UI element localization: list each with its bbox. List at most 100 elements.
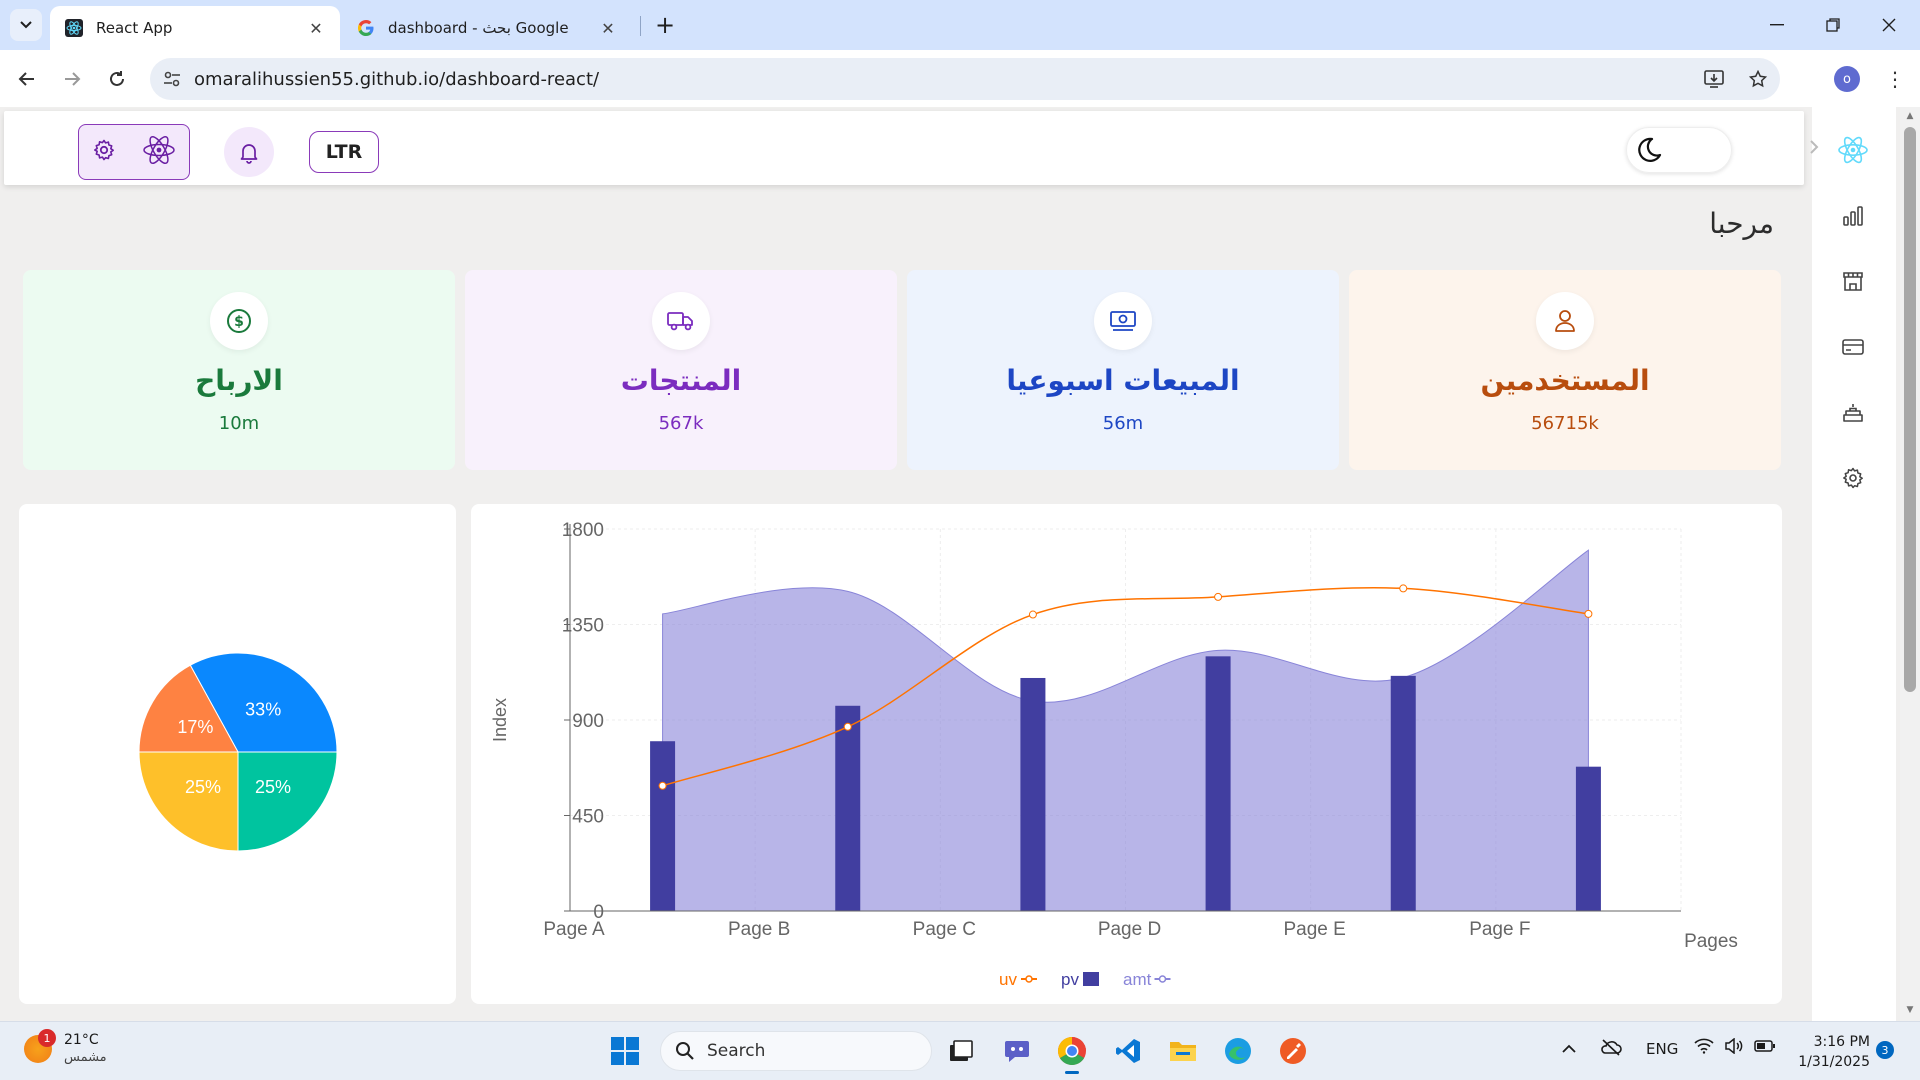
close-tab-icon[interactable]: ✕ — [598, 19, 618, 38]
truck-icon — [652, 292, 710, 350]
vscode-icon — [1116, 1039, 1140, 1063]
search-label: Search — [707, 1041, 766, 1061]
arrow-left-icon — [18, 72, 34, 86]
direction-toggle-button[interactable]: LTR — [309, 131, 379, 173]
close-icon — [1882, 18, 1896, 32]
back-button[interactable] — [10, 62, 44, 96]
pie-slice-label: 33% — [245, 699, 281, 719]
running-indicator — [1065, 1071, 1079, 1074]
card-title: المنتجات — [620, 364, 742, 397]
cloud-off-icon — [1601, 1039, 1622, 1056]
taskbar-search[interactable]: Search — [660, 1031, 932, 1071]
scroll-thumb[interactable] — [1904, 127, 1916, 692]
profile-avatar[interactable]: o — [1834, 66, 1860, 92]
scroll-down-arrow[interactable]: ▼ — [1904, 1005, 1916, 1017]
minimize-button[interactable] — [1750, 0, 1804, 50]
wifi-icon[interactable] — [1694, 1038, 1714, 1058]
address-bar[interactable]: omaralihussien55.github.io/dashboard-rea… — [150, 58, 1780, 100]
restore-button[interactable] — [1806, 0, 1860, 50]
composed-chart-panel: 0 450 900 1350 1800 Page A Page B Page C Page DP… — [471, 504, 1782, 1004]
bar-chart-icon — [1843, 206, 1863, 226]
pie-slice — [138, 751, 239, 852]
tab-google-search[interactable]: dashboard - بحث Google ✕ — [342, 6, 632, 50]
edge-icon — [1225, 1038, 1251, 1064]
sidebar-item-settings[interactable] — [1834, 459, 1872, 497]
arrow-right-icon — [65, 72, 81, 86]
sidebar-item-layers[interactable] — [1834, 394, 1872, 432]
site-settings-icon[interactable] — [150, 71, 194, 87]
legend-marker — [1158, 975, 1167, 983]
theme-toggle[interactable] — [1626, 127, 1732, 173]
sidebar-item-payments[interactable] — [1834, 328, 1872, 366]
card-products: المنتجات 567k — [465, 270, 897, 470]
y-tick-label: 450 — [572, 807, 604, 828]
install-app-icon[interactable] — [1692, 70, 1736, 88]
sidebar-toggle-button[interactable] — [1800, 133, 1828, 161]
react-logo-icon — [143, 135, 175, 165]
windows-logo-icon — [611, 1037, 639, 1065]
pie-chart: 33% 17% 25% 25% — [138, 652, 338, 852]
teams-app[interactable] — [998, 1032, 1036, 1070]
file-explorer-app[interactable] — [1164, 1032, 1202, 1070]
onedrive-tray-icon[interactable] — [1600, 1038, 1622, 1060]
legend-label: pv — [1061, 970, 1079, 989]
x-tick-label: Page E — [1284, 919, 1346, 940]
chat-icon — [1005, 1041, 1029, 1062]
notifications-button[interactable] — [224, 127, 274, 177]
app-header: LTR — [4, 111, 1804, 185]
x-tick-label: Page F — [1469, 919, 1530, 940]
system-clock[interactable]: 3:16 PM 1/31/2025 — [1790, 1032, 1870, 1072]
postman-app[interactable] — [1274, 1032, 1312, 1070]
weather-widget[interactable]: 1 21°C مشمس — [24, 1029, 107, 1067]
user-icon — [1536, 292, 1594, 350]
scroll-up-arrow[interactable]: ▲ — [1904, 111, 1916, 123]
browser-toolbar: omaralihussien55.github.io/dashboard-rea… — [0, 50, 1920, 107]
credit-card-icon — [1842, 339, 1864, 355]
sidebar-item-store[interactable] — [1834, 262, 1872, 300]
postman-icon — [1280, 1038, 1306, 1064]
edge-app[interactable] — [1219, 1032, 1257, 1070]
chart-legend: uv pv amt — [999, 970, 1171, 989]
close-window-button[interactable] — [1862, 0, 1916, 50]
moon-icon — [1638, 137, 1662, 162]
y-tick-label: 1350 — [562, 616, 604, 637]
tab-react-app[interactable]: React App ✕ — [50, 6, 340, 50]
volume-icon[interactable] — [1724, 1037, 1744, 1058]
sidebar-item-home[interactable] — [1834, 131, 1872, 169]
forward-button[interactable] — [55, 62, 89, 96]
card-value: 10m — [218, 413, 260, 434]
sidebar-item-charts[interactable] — [1834, 197, 1872, 235]
start-button[interactable] — [610, 1036, 640, 1070]
tab-title: dashboard - بحث Google — [388, 19, 569, 37]
bar-pv — [835, 705, 861, 911]
tab-title: React App — [96, 19, 173, 37]
minimize-icon — [1770, 24, 1784, 26]
bookmark-star-icon[interactable] — [1736, 70, 1780, 88]
card-title: المبيعات اسبوعيا — [1006, 364, 1240, 397]
task-view-button[interactable] — [942, 1032, 980, 1070]
reload-button[interactable] — [100, 62, 134, 96]
settings-button[interactable] — [92, 138, 116, 166]
close-tab-icon[interactable]: ✕ — [306, 19, 326, 38]
line-point-uv — [658, 781, 667, 790]
task-view-icon — [950, 1040, 973, 1061]
store-icon — [1843, 272, 1863, 291]
area-series-amt — [662, 549, 1589, 912]
composed-chart: 045090013501800Page A Page B Page C Page DP… — [490, 520, 1738, 989]
vscode-app[interactable] — [1109, 1032, 1147, 1070]
react-logo-button[interactable] — [142, 135, 176, 169]
page-scrollbar[interactable]: ▲ ▼ — [1900, 107, 1920, 1021]
language-indicator[interactable]: ENG — [1646, 1040, 1678, 1058]
react-logo-icon — [1838, 136, 1868, 164]
new-tab-button[interactable]: + — [650, 10, 680, 40]
notification-badge[interactable]: 3 — [1876, 1041, 1894, 1059]
show-hidden-icons-button[interactable] — [1562, 1040, 1576, 1058]
chrome-app[interactable] — [1053, 1032, 1091, 1074]
tab-search-button[interactable] — [10, 9, 42, 41]
browser-menu-icon[interactable]: ⋮ — [1880, 64, 1910, 94]
x-tick-label: Page C — [913, 919, 976, 940]
battery-icon[interactable] — [1754, 1039, 1776, 1057]
sun-icon: 1 — [24, 1029, 56, 1063]
clock-time: 3:16 PM — [1813, 1034, 1870, 1050]
reload-icon — [110, 71, 124, 86]
